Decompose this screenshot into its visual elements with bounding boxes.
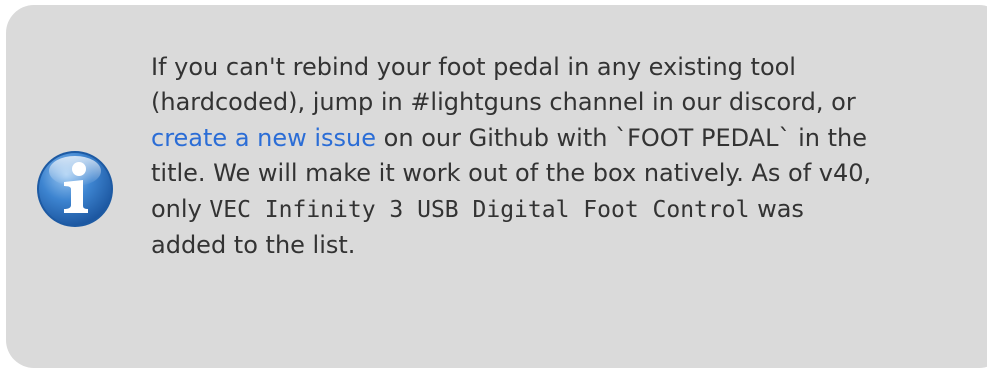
note-line: create a new issue on our Github with `F… [151,121,971,156]
note-line: (hardcoded), jump in #lightguns channel … [151,88,856,117]
note-line: only VEC Infinity 3 USB Digital Foot Con… [151,192,971,228]
note-line-text: was [749,194,804,223]
info-note-box: If you can't rebind your foot pedal in a… [6,5,987,368]
note-line-text: on our Github with `FOOT PEDAL` in the [376,123,867,152]
info-icon [37,151,113,227]
note-line: added to the list. [151,231,356,260]
note-line: If you can't rebind your foot pedal in a… [151,53,796,81]
note-line-text: only [151,194,210,223]
note-line: title. We will make it work out of the b… [151,159,872,188]
info-note-text: If you can't rebind your foot pedal in a… [151,50,971,263]
device-name-code: VEC Infinity 3 USB Digital Foot Control [209,196,750,223]
create-issue-link[interactable]: create a new issue [151,124,376,152]
